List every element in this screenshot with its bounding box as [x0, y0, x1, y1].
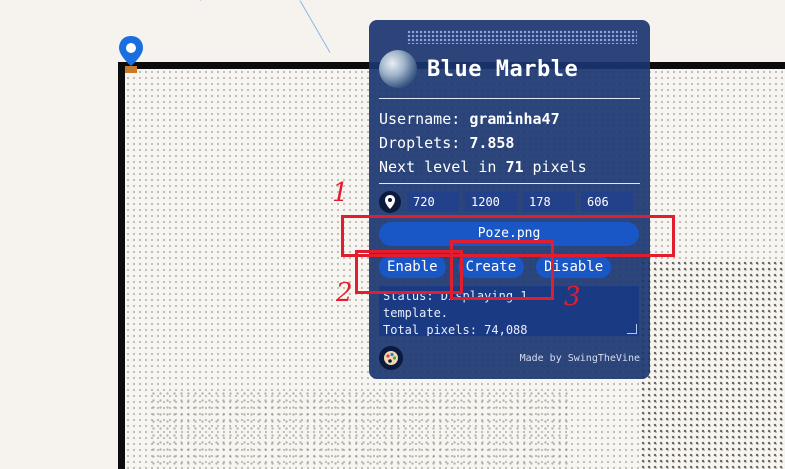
- next-level-prefix: Next level in: [379, 158, 497, 176]
- annotation-number-3: 3: [564, 282, 581, 312]
- status-line: template.: [383, 306, 449, 320]
- location-pin-icon[interactable]: [379, 191, 401, 213]
- drag-handle[interactable]: [407, 30, 637, 44]
- username-line: Username: graminha47: [379, 107, 640, 131]
- annotation-number-2: 2: [336, 278, 353, 308]
- divider: [379, 98, 640, 99]
- panel-footer: Made by SwingTheVine: [379, 346, 640, 370]
- droplets-line: Droplets: 7.858: [379, 131, 640, 155]
- pixel-art-region: [640, 260, 785, 469]
- annotation-box-2: [355, 250, 463, 294]
- globe-icon: [379, 50, 417, 88]
- panel-header: Blue Marble: [379, 48, 640, 90]
- pixel-art-region: [150, 390, 570, 469]
- palette-icon[interactable]: [379, 346, 403, 370]
- divider: [379, 183, 640, 184]
- next-level-value: 71: [505, 158, 524, 176]
- droplets-value: 7.858: [469, 134, 515, 152]
- username-label: Username:: [379, 110, 461, 128]
- tile-y-input[interactable]: [465, 192, 517, 212]
- pixel-x-input[interactable]: [523, 192, 575, 212]
- tile-x-input[interactable]: [407, 192, 459, 212]
- next-level-suffix: pixels: [532, 158, 587, 176]
- pixel-y-input[interactable]: [581, 192, 633, 212]
- credit-text: Made by SwingTheVine: [519, 352, 640, 364]
- coords-row: [379, 190, 640, 214]
- droplets-label: Droplets:: [379, 134, 461, 152]
- resize-handle[interactable]: [627, 324, 637, 334]
- next-level-line: Next level in 71 pixels: [379, 155, 640, 179]
- blue-marble-panel: Blue Marble Username: graminha47 Droplet…: [369, 20, 650, 379]
- username-value: graminha47: [469, 110, 560, 128]
- panel-title: Blue Marble: [427, 56, 579, 82]
- annotation-box-3: [450, 240, 554, 300]
- status-line: Total pixels: 74,088: [383, 323, 528, 336]
- annotation-number-1: 1: [332, 178, 349, 208]
- map-pin-icon[interactable]: [117, 34, 145, 74]
